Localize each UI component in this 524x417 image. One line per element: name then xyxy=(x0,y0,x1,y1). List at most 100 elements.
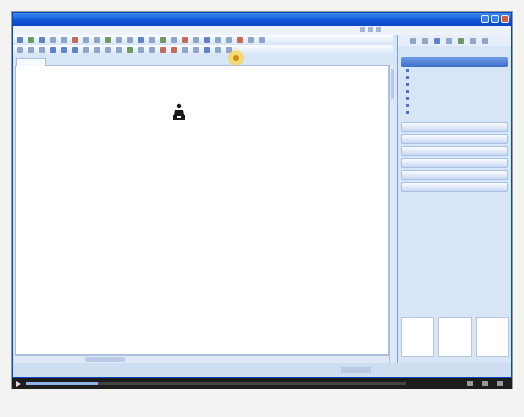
toolbar-icon[interactable] xyxy=(171,37,177,43)
style-dropdown-icon[interactable] xyxy=(17,47,23,53)
new-icon[interactable] xyxy=(17,37,23,43)
task-pane-link[interactable] xyxy=(406,81,511,88)
task-pane-section-header[interactable] xyxy=(401,182,508,192)
toolbar-icon[interactable] xyxy=(237,37,243,43)
task-pane-link[interactable] xyxy=(406,88,511,95)
task-pane-link[interactable] xyxy=(406,95,511,102)
task-pane-title xyxy=(398,46,511,55)
thumbnail[interactable] xyxy=(475,317,509,357)
toolbar-icon[interactable] xyxy=(193,47,199,53)
toolbar-icon[interactable] xyxy=(160,37,166,43)
align-left-icon[interactable] xyxy=(83,47,89,53)
toolbar-icon[interactable] xyxy=(248,37,254,43)
spelling-icon[interactable] xyxy=(72,37,78,43)
title-bar xyxy=(13,13,511,26)
task-pane-section-header[interactable] xyxy=(401,57,508,67)
task-pane-section-header[interactable] xyxy=(401,134,508,144)
app-window xyxy=(12,12,512,378)
document-canvas[interactable] xyxy=(15,58,389,355)
doc-minimize-icon[interactable] xyxy=(360,27,365,32)
vertical-scrollbar[interactable] xyxy=(389,65,395,363)
back-icon[interactable] xyxy=(410,37,416,44)
toolbar-icon[interactable] xyxy=(204,37,210,43)
video-player-bar xyxy=(12,378,512,389)
cut-icon[interactable] xyxy=(83,37,89,43)
toolbar-icon[interactable] xyxy=(193,37,199,43)
indent-icon[interactable] xyxy=(149,47,155,53)
toolbar-icon[interactable] xyxy=(215,47,221,53)
scroll-thumb[interactable] xyxy=(391,69,394,99)
redo-icon[interactable] xyxy=(127,37,133,43)
task-pane-link[interactable] xyxy=(406,109,511,116)
toolbar-icon[interactable] xyxy=(215,37,221,43)
horizontal-scrollbar[interactable] xyxy=(15,355,389,363)
toolbar-icon[interactable] xyxy=(458,37,464,44)
fullscreen-icon[interactable] xyxy=(497,381,503,386)
bullet-icon xyxy=(406,104,409,107)
toolbar-icon[interactable] xyxy=(446,37,452,44)
save-icon[interactable] xyxy=(39,37,45,43)
copy-icon[interactable] xyxy=(94,37,100,43)
status-bar xyxy=(13,363,511,377)
italic-icon[interactable] xyxy=(61,47,67,53)
toolbar-icon[interactable] xyxy=(470,37,476,44)
progress-fill xyxy=(26,382,99,385)
formatting-toolbar xyxy=(13,45,393,55)
task-pane-section-header[interactable] xyxy=(401,122,508,132)
toolbar-icon[interactable] xyxy=(182,37,188,43)
forward-icon[interactable] xyxy=(422,37,428,44)
preview-icon[interactable] xyxy=(61,37,67,43)
doc-restore-icon[interactable] xyxy=(368,27,373,32)
toolbar-icon[interactable] xyxy=(204,47,210,53)
paste-icon[interactable] xyxy=(105,37,111,43)
bullets-icon[interactable] xyxy=(138,47,144,53)
bullet-icon xyxy=(406,83,409,86)
play-icon[interactable] xyxy=(16,381,21,387)
menu-controls xyxy=(360,27,381,32)
task-pane-section-header[interactable] xyxy=(401,158,508,168)
maximize-icon[interactable] xyxy=(491,15,499,23)
task-pane-section-header[interactable] xyxy=(401,170,508,180)
document-tab[interactable] xyxy=(16,58,46,66)
person-icon[interactable] xyxy=(172,103,186,121)
task-pane-link[interactable] xyxy=(406,102,511,109)
undo-icon[interactable] xyxy=(116,37,122,43)
justify-icon[interactable] xyxy=(116,47,122,53)
status-indicator xyxy=(341,367,371,373)
task-pane-link[interactable] xyxy=(406,67,511,74)
font-color-icon[interactable] xyxy=(171,47,177,53)
thumbnail-strip xyxy=(401,317,509,357)
align-right-icon[interactable] xyxy=(105,47,111,53)
toolbar-icon[interactable] xyxy=(226,37,232,43)
task-pane-section-header[interactable] xyxy=(401,146,508,156)
scroll-thumb[interactable] xyxy=(85,357,125,362)
underline-icon[interactable] xyxy=(72,47,78,53)
doc-close-icon[interactable] xyxy=(376,27,381,32)
thumbnail[interactable] xyxy=(438,317,472,357)
home-icon[interactable] xyxy=(434,37,440,44)
settings-icon[interactable] xyxy=(482,381,488,386)
task-pane-link[interactable] xyxy=(406,74,511,81)
numbering-icon[interactable] xyxy=(127,47,133,53)
progress-track[interactable] xyxy=(26,382,406,385)
align-center-icon[interactable] xyxy=(94,47,100,53)
toolbar-icon[interactable] xyxy=(182,47,188,53)
print-icon[interactable] xyxy=(50,37,56,43)
close-icon[interactable] xyxy=(501,15,509,23)
menu-bar xyxy=(13,26,511,35)
minimize-icon[interactable] xyxy=(481,15,489,23)
font-dropdown-icon[interactable] xyxy=(28,47,34,53)
help-icon[interactable] xyxy=(259,37,265,43)
thumbnail[interactable] xyxy=(401,317,435,357)
bullet-icon xyxy=(406,97,409,100)
open-icon[interactable] xyxy=(28,37,34,43)
size-dropdown-icon[interactable] xyxy=(39,47,45,53)
bold-icon[interactable] xyxy=(50,47,56,53)
highlight-icon[interactable] xyxy=(160,47,166,53)
bullet-icon xyxy=(406,90,409,93)
bullet-icon xyxy=(406,76,409,79)
toolbar-icon[interactable] xyxy=(149,37,155,43)
volume-icon[interactable] xyxy=(467,381,473,386)
zoom-icon[interactable] xyxy=(138,37,144,43)
close-pane-icon[interactable] xyxy=(482,37,488,44)
